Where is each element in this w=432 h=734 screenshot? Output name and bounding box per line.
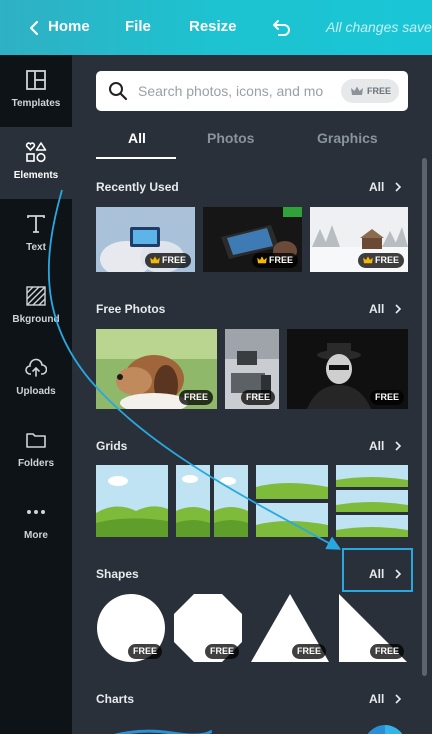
crown-icon — [150, 256, 160, 264]
grid-layout-two-rows[interactable] — [256, 465, 328, 537]
background-icon — [26, 286, 46, 306]
grid-layout-three-rows[interactable] — [336, 465, 408, 537]
templates-icon — [26, 70, 46, 90]
active-tab-indicator — [96, 157, 176, 159]
shape-triangle[interactable]: FREE — [250, 593, 330, 663]
free-badge: FREE — [291, 644, 326, 659]
free-photos-all-link[interactable]: All — [369, 302, 384, 316]
free-photo-man-hat[interactable]: FREE — [287, 329, 408, 409]
chart-thumbnail-line[interactable] — [112, 725, 212, 734]
crown-icon — [363, 256, 373, 264]
recent-photo-snow-house[interactable]: FREE — [310, 207, 408, 272]
top-bar: Home File Resize All changes save — [0, 0, 432, 55]
sidebar-item-label: Elements — [13, 170, 59, 181]
section-title-free-photos: Free Photos — [96, 302, 166, 316]
crown-icon — [351, 86, 363, 95]
sidebar-item-templates[interactable]: Templates — [0, 55, 72, 127]
sidebar-item-text[interactable]: Text — [0, 199, 72, 271]
tab-all[interactable]: All — [128, 130, 146, 146]
grid-thumbnail — [256, 465, 328, 537]
recent-photo-phone[interactable]: FREE — [203, 207, 302, 272]
search-icon — [109, 82, 128, 101]
tab-graphics[interactable]: Graphics — [317, 130, 378, 146]
sidebar-item-label: Templates — [11, 98, 61, 109]
section-title-charts: Charts — [96, 692, 135, 706]
sidebar-item-label: Uploads — [16, 386, 56, 397]
home-button[interactable]: Home — [48, 18, 90, 35]
grid-thumbnail — [336, 465, 408, 537]
panel-scrollbar[interactable] — [422, 158, 427, 676]
folders-icon — [26, 433, 46, 448]
chevron-right-icon[interactable] — [394, 304, 402, 314]
search-input[interactable] — [138, 80, 334, 102]
file-menu-button[interactable]: File — [125, 18, 151, 35]
shape-octagon[interactable]: FREE — [173, 593, 243, 663]
grid-layout-single[interactable] — [96, 465, 168, 537]
tab-photos[interactable]: Photos — [207, 130, 254, 146]
text-icon — [27, 215, 45, 233]
free-badge: FREE — [178, 390, 213, 405]
chevron-right-icon[interactable] — [394, 441, 402, 451]
free-badge: FREE — [369, 390, 404, 405]
shape-circle[interactable]: FREE — [96, 593, 166, 663]
sidebar-item-elements[interactable]: Elements — [0, 127, 72, 199]
grid-thumbnail — [176, 465, 248, 537]
crown-icon — [257, 256, 267, 264]
free-photo-desk[interactable]: FREE — [225, 329, 279, 409]
elements-icon — [25, 142, 47, 163]
chevron-right-icon[interactable] — [394, 182, 402, 192]
free-badge: FREE — [144, 253, 191, 268]
free-badge: FREE — [251, 253, 298, 268]
free-photo-beagle[interactable]: FREE — [96, 329, 217, 409]
recently-used-all-link[interactable]: All — [369, 180, 384, 194]
annotation-highlight-box — [342, 548, 413, 592]
line-chart-icon — [113, 729, 212, 734]
recent-photo-tablet-hands[interactable]: FREE — [96, 207, 195, 272]
grids-all-link[interactable]: All — [369, 439, 384, 453]
sidebar-item-uploads[interactable]: Uploads — [0, 343, 72, 415]
chevron-right-icon[interactable] — [394, 694, 402, 704]
shape-right-triangle[interactable]: FREE — [338, 593, 408, 663]
section-title-shapes: Shapes — [96, 567, 139, 581]
sidebar-item-label: Folders — [17, 458, 55, 469]
more-icon — [27, 510, 45, 514]
pie-chart-icon — [367, 725, 403, 734]
sidebar-item-background[interactable]: Bkground — [0, 271, 72, 343]
sidebar-item-folders[interactable]: Folders — [0, 415, 72, 487]
sidebar-item-label: Bkground — [12, 314, 60, 325]
free-filter-pill[interactable]: FREE — [341, 79, 399, 103]
elements-panel: FREE All Photos Graphics Recently Used A… — [72, 55, 432, 734]
undo-icon[interactable] — [270, 17, 292, 37]
grid-thumbnail — [96, 465, 168, 537]
section-title-grids: Grids — [96, 439, 128, 453]
free-badge: FREE — [127, 644, 162, 659]
chevron-left-icon[interactable] — [26, 20, 42, 36]
chart-thumbnail-pie[interactable] — [362, 723, 408, 734]
free-badge: FREE — [357, 253, 404, 268]
grid-layout-two-columns[interactable] — [176, 465, 248, 537]
free-badge: FREE — [369, 644, 404, 659]
free-badge: FREE — [204, 644, 239, 659]
free-badge: FREE — [240, 390, 275, 405]
section-title-recently-used: Recently Used — [96, 180, 179, 194]
sidebar-item-more[interactable]: More — [0, 487, 72, 559]
charts-all-link[interactable]: All — [369, 692, 384, 706]
sidebar-item-label: Text — [26, 242, 46, 253]
uploads-icon — [25, 358, 47, 377]
sidebar-item-label: More — [24, 530, 48, 541]
tab-bar: All Photos Graphics — [96, 123, 408, 159]
resize-button[interactable]: Resize — [189, 18, 237, 35]
search-box[interactable]: FREE — [96, 71, 408, 111]
save-status-text: All changes save — [326, 19, 432, 35]
left-sidebar: Templates Elements Text Bkground Uploads — [0, 55, 72, 734]
free-filter-label: FREE — [367, 86, 392, 96]
